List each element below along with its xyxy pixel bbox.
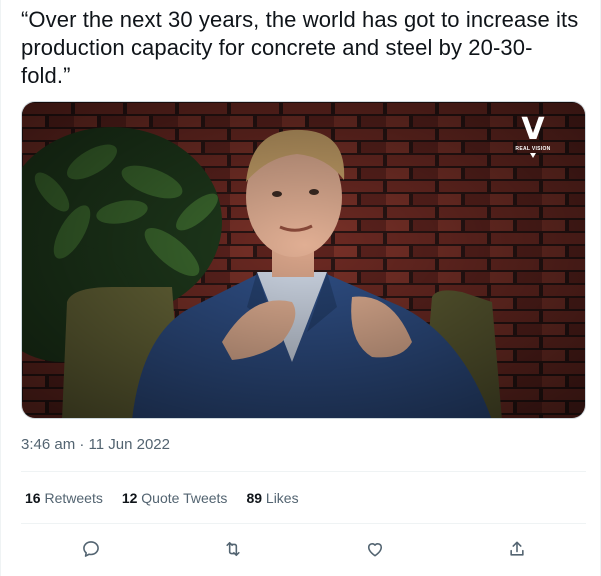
tweet-timestamp[interactable]: 3:46 am · 11 Jun 2022 [21,436,170,453]
logo-arrow-icon [530,153,536,158]
real-vision-logo-text: REAL VISION [515,146,551,152]
real-vision-logo-mark: V [521,112,545,147]
likes-label: Likes [265,490,299,506]
share-button[interactable] [504,536,530,562]
tweet-detail: “Over the next 30 years, the world has g… [0,0,601,576]
retweets-count: 16 [25,490,41,506]
likes-stat[interactable]: 89 Likes [246,490,298,506]
video-watermark-logo: V REAL VISION [507,112,559,158]
tweet-video-media[interactable]: V REAL VISION [21,101,586,419]
like-icon [367,543,383,557]
divider-top [21,471,586,472]
retweet-icon [226,541,240,557]
quote-tweets-label: Quote Tweets [141,490,228,506]
share-icon [510,541,524,556]
reply-icon [83,541,99,557]
retweets-stat[interactable]: 16 Retweets [25,490,103,506]
tweet-text: “Over the next 30 years, the world has g… [21,7,579,88]
divider-bottom [21,523,586,524]
like-button[interactable] [362,536,388,562]
retweet-button[interactable] [220,536,246,562]
tweet-actions [1,536,601,562]
tweet-stats: 16 Retweets 12 Quote Tweets 89 Likes [25,490,299,506]
retweets-label: Retweets [44,490,103,506]
video-frame [22,102,585,418]
reply-button[interactable] [78,536,104,562]
likes-count: 89 [246,490,263,506]
quote-tweets-stat[interactable]: 12 Quote Tweets [122,490,228,506]
quote-tweets-count: 12 [121,490,138,506]
